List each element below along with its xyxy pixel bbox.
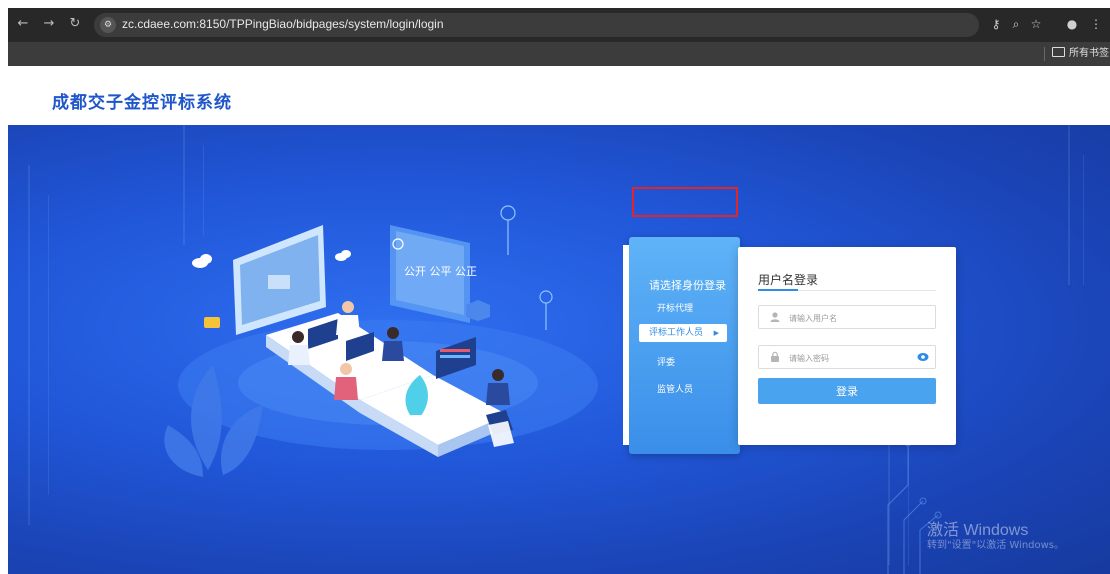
role-evaluator[interactable]: 评委 (657, 355, 675, 368)
user-icon (769, 311, 781, 323)
circuit-lines (887, 439, 942, 574)
pin-icon (500, 205, 553, 330)
password-field[interactable] (758, 345, 936, 369)
profile-icon[interactable]: ● (1064, 16, 1080, 32)
username-field[interactable] (758, 305, 936, 329)
role-bid-agent[interactable]: 开标代理 (657, 301, 693, 314)
sign-board: 公开 公平 公正 (390, 225, 490, 323)
browser-toolbar: ← → ↻ ⚙ zc.cdaee.com:8150/TPPingBiao/bid… (8, 8, 1110, 42)
bookmarks-divider (1044, 47, 1045, 61)
page-title: 成都交子金控评标系统 (52, 93, 232, 113)
username-input[interactable] (787, 309, 921, 327)
lock-icon (769, 351, 781, 363)
site-info-icon[interactable]: ⚙ (100, 17, 116, 33)
role-panel: 请选择身份登录 开标代理 评标工作人员 ▶ 评委 监管人员 (623, 237, 740, 454)
browser-chrome: ← → ↻ ⚙ zc.cdaee.com:8150/TPPingBiao/bid… (8, 8, 1110, 66)
login-button[interactable]: 登录 (758, 378, 936, 404)
menu-icon[interactable]: ⋮ (1088, 16, 1104, 32)
address-bar[interactable]: ⚙ zc.cdaee.com:8150/TPPingBiao/bidpages/… (94, 13, 979, 37)
role-supervisor[interactable]: 监管人员 (657, 382, 693, 395)
display-screen (233, 225, 326, 335)
login-hero: 公开 公平 公正 请选择身份登录 开标代理 评标工作人员 ▶ 评委 监管人员 用… (8, 125, 1110, 574)
role-evaluation-staff[interactable]: 评标工作人员 ▶ (639, 324, 727, 342)
activation-watermark-subtitle: 转到"设置"以激活 Windows。 (927, 540, 1065, 551)
caret-right-icon: ▶ (713, 329, 719, 337)
url-text[interactable]: zc.cdaee.com:8150/TPPingBiao/bidpages/sy… (122, 17, 444, 31)
form-title-underline (758, 289, 798, 291)
folder-icon (1052, 47, 1065, 57)
role-panel-edge (623, 245, 629, 445)
bookmark-star-icon[interactable]: ☆ (1028, 16, 1044, 32)
chat-bubble-icon (204, 317, 220, 328)
sign-text: 公开 公平 公正 (404, 265, 477, 278)
password-key-icon[interactable]: ⚷ (988, 16, 1004, 32)
show-password-eye-icon[interactable] (917, 352, 929, 362)
back-icon[interactable]: ← (14, 15, 32, 33)
login-form-title[interactable]: 用户名登录 (758, 271, 818, 288)
bookmarks-bar: 所有书签 (8, 42, 1110, 66)
zoom-icon[interactable]: ⌕ (1008, 16, 1024, 32)
reload-icon[interactable]: ↻ (66, 15, 84, 33)
role-panel-title: 请选择身份登录 (649, 279, 726, 292)
forward-icon[interactable]: → (40, 15, 58, 33)
login-form: 用户名登录 登录 (738, 247, 956, 445)
password-input[interactable] (787, 349, 921, 367)
bookmark-folder-label: 所有书签 (1069, 48, 1109, 59)
all-bookmarks-folder[interactable]: 所有书签 (1052, 47, 1109, 61)
highlight-annotation (632, 187, 738, 217)
role-evaluation-staff-label: 评标工作人员 (649, 328, 704, 338)
